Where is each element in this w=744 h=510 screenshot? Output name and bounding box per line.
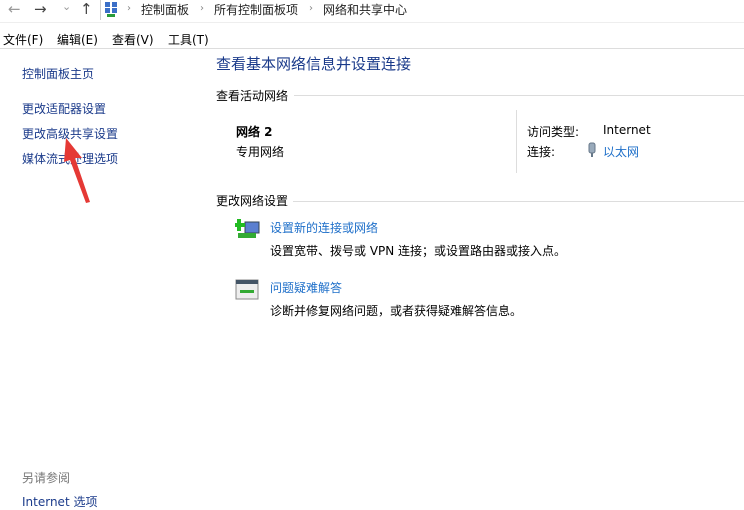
chevron-right-icon: › [309, 3, 313, 14]
chevron-right-icon: › [200, 3, 204, 14]
troubleshoot-icon [235, 279, 259, 300]
menu-file[interactable]: 文件(F) [3, 31, 43, 48]
chevron-right-icon: › [127, 3, 131, 14]
sidebar-item-adapter-settings[interactable]: 更改适配器设置 [22, 100, 106, 117]
active-networks-heading: 查看活动网络 [216, 89, 289, 103]
breadcrumb-control-panel[interactable]: 控制面板 [141, 1, 189, 18]
forward-button[interactable]: → [34, 0, 47, 18]
internet-options-link[interactable]: Internet 选项 [22, 493, 97, 510]
change-settings-heading: 更改网络设置 [216, 194, 289, 208]
menu-edit[interactable]: 编辑(E) [57, 31, 98, 48]
setup-connection-desc: 设置宽带、拨号或 VPN 连接；或设置路由器或接入点。 [270, 244, 567, 258]
network-name: 网络 2 [236, 125, 273, 139]
up-button[interactable]: ↑ [80, 0, 93, 18]
recent-locations-button[interactable]: ⌄ [62, 0, 71, 13]
breadcrumb-all-items[interactable]: 所有控制面板项 [214, 1, 298, 18]
ethernet-icon [588, 142, 596, 157]
menu-tools[interactable]: 工具(T) [168, 31, 209, 48]
menu-view[interactable]: 查看(V) [112, 31, 154, 48]
connections-label: 连接: [527, 145, 556, 159]
back-button[interactable]: ← [8, 0, 21, 18]
sidebar-item-home[interactable]: 控制面板主页 [22, 65, 94, 82]
ethernet-link[interactable]: 以太网 [603, 143, 639, 160]
divider [294, 95, 744, 96]
access-type-value: Internet [603, 123, 651, 137]
divider [293, 201, 744, 202]
see-also-heading: 另请参阅 [22, 471, 71, 485]
page-title: 查看基本网络信息并设置连接 [216, 55, 412, 73]
breadcrumb-network-center[interactable]: 网络和共享中心 [323, 1, 407, 18]
divider [100, 0, 101, 20]
red-arrow-annotation [64, 138, 90, 203]
new-connection-icon [235, 219, 260, 238]
setup-connection-link[interactable]: 设置新的连接或网络 [270, 219, 378, 236]
divider [0, 22, 744, 23]
troubleshoot-link[interactable]: 问题疑难解答 [270, 279, 342, 296]
divider [516, 110, 517, 173]
control-panel-icon [105, 2, 117, 17]
access-type-label: 访问类型: [527, 125, 580, 139]
divider [0, 48, 744, 49]
troubleshoot-desc: 诊断并修复网络问题，或者获得疑难解答信息。 [270, 304, 523, 318]
network-type[interactable]: 专用网络 [236, 143, 284, 160]
